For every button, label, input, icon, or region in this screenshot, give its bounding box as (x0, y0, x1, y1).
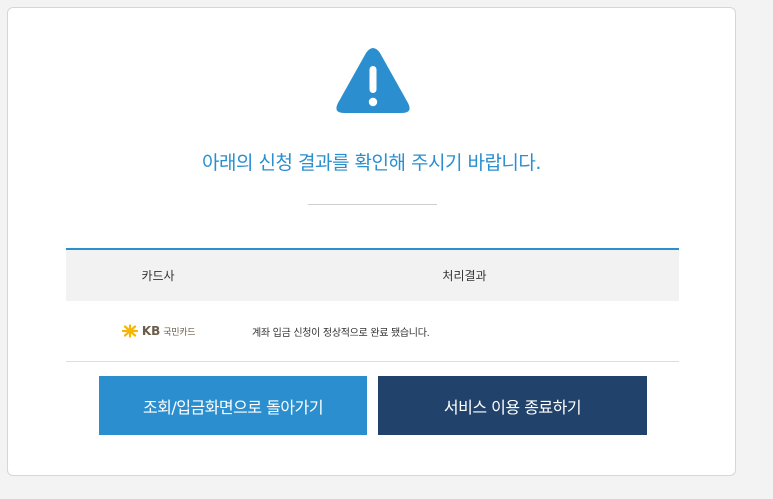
table-row: KB 국민카드 계좌 입금 신청이 정상적으로 완료 됐습니다. (66, 301, 679, 362)
header-card-company: 카드사 (141, 269, 175, 283)
result-message: 아래의 신청 결과를 확인해 주시기 바랍니다. (202, 152, 541, 174)
result-table: 카드사 처리결과 KB 국민카드 계좌 입금 신청이 정상적으로 완료 됐습니다… (66, 248, 679, 362)
kb-star-icon (121, 324, 138, 338)
header-result: 처리결과 (442, 269, 487, 283)
kb-card-logo: KB 국민카드 (66, 324, 250, 338)
warning-triangle-icon (336, 48, 410, 113)
bank-name: 국민카드 (163, 327, 196, 338)
result-card: 아래의 신청 결과를 확인해 주시기 바랍니다. 카드사 처리결과 KB 국민카… (7, 7, 736, 476)
divider (308, 204, 437, 205)
back-to-inquiry-button[interactable]: 조회/입금화면으로 돌아가기 (99, 376, 367, 435)
result-text: 계좌 입금 신청이 정상적으로 완료 됐습니다. (252, 327, 430, 339)
exit-service-button[interactable]: 서비스 이용 종료하기 (378, 376, 647, 435)
table-header: 카드사 처리결과 (66, 250, 679, 301)
kb-logo-text: KB (141, 324, 161, 338)
